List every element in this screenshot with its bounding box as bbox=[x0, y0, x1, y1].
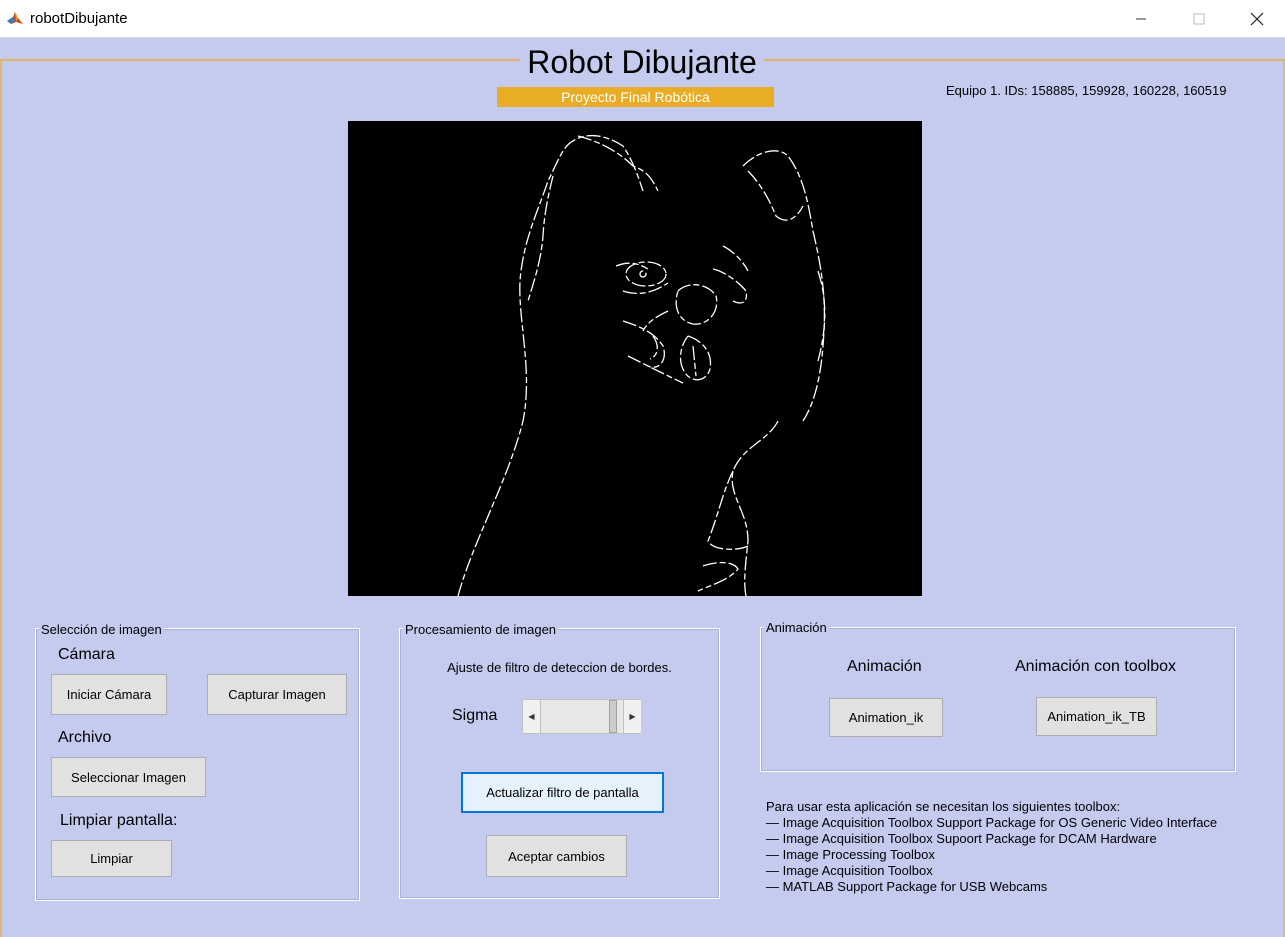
toolbox-item: — Image Acquisition Toolbox bbox=[766, 863, 933, 878]
limpiar-pantalla-label: Limpiar pantalla: bbox=[60, 812, 178, 829]
animacion-toolbox-label: Animación con toolbox bbox=[1015, 658, 1176, 675]
actualizar-filtro-button[interactable]: Actualizar filtro de pantalla bbox=[461, 772, 664, 813]
slider-right-arrow-icon[interactable]: ▶ bbox=[623, 700, 641, 733]
sigma-label: Sigma bbox=[452, 707, 498, 724]
slider-left-arrow-icon[interactable]: ◀ bbox=[523, 700, 541, 733]
camara-label: Cámara bbox=[58, 646, 115, 663]
toolbox-item: — Image Acquisition Toolbox Supoort Pack… bbox=[766, 831, 1157, 846]
minimize-icon bbox=[1136, 18, 1146, 19]
iniciar-camara-button[interactable]: Iniciar Cámara bbox=[51, 674, 167, 715]
panel-animacion-legend: Animación bbox=[764, 620, 829, 635]
window-title: robotDibujante bbox=[30, 10, 128, 27]
close-icon bbox=[1250, 12, 1264, 25]
toolbox-note-intro: Para usar esta aplicación se necesitan l… bbox=[766, 799, 1121, 814]
subtitle-badge: Proyecto Final Robótica bbox=[497, 87, 774, 107]
limpiar-button[interactable]: Limpiar bbox=[51, 840, 172, 877]
archivo-label: Archivo bbox=[58, 729, 112, 746]
panel-seleccion-legend: Selección de imagen bbox=[39, 622, 164, 637]
close-button[interactable] bbox=[1228, 0, 1285, 37]
edge-detection-image bbox=[348, 121, 922, 597]
seleccionar-imagen-button[interactable]: Seleccionar Imagen bbox=[51, 757, 206, 797]
window-titlebar: robotDibujante bbox=[0, 0, 1285, 38]
sigma-slider[interactable]: ◀ ▶ bbox=[522, 699, 641, 734]
toolbox-item: — Image Processing Toolbox bbox=[766, 847, 935, 862]
toolbox-item: — MATLAB Support Package for USB Webcams bbox=[766, 879, 1048, 894]
toolbox-item: — Image Acquisition Toolbox Support Pack… bbox=[766, 815, 1218, 830]
app-title: Robot Dibujante bbox=[520, 40, 764, 84]
team-ids-label: Equipo 1. IDs: 158885, 159928, 160228, 1… bbox=[946, 83, 1227, 98]
matlab-icon bbox=[6, 9, 24, 27]
minimize-button[interactable] bbox=[1112, 0, 1170, 37]
animacion-label: Animación bbox=[847, 658, 922, 675]
animation-ik-tb-button[interactable]: Animation_ik_TB bbox=[1036, 697, 1157, 736]
slider-thumb[interactable] bbox=[609, 700, 617, 733]
maximize-button[interactable] bbox=[1170, 0, 1228, 37]
ajuste-filtro-label: Ajuste de filtro de deteccion de bordes. bbox=[447, 660, 672, 675]
aceptar-cambios-button[interactable]: Aceptar cambios bbox=[486, 835, 627, 877]
capturar-imagen-button[interactable]: Capturar Imagen bbox=[207, 674, 347, 715]
toolbox-requirements-note: Para usar esta aplicación se necesitan l… bbox=[766, 799, 1217, 895]
maximize-icon bbox=[1193, 13, 1205, 24]
panel-procesamiento-legend: Procesamiento de imagen bbox=[403, 622, 559, 637]
animation-ik-button[interactable]: Animation_ik bbox=[829, 698, 943, 737]
frame-left-border bbox=[0, 59, 2, 937]
